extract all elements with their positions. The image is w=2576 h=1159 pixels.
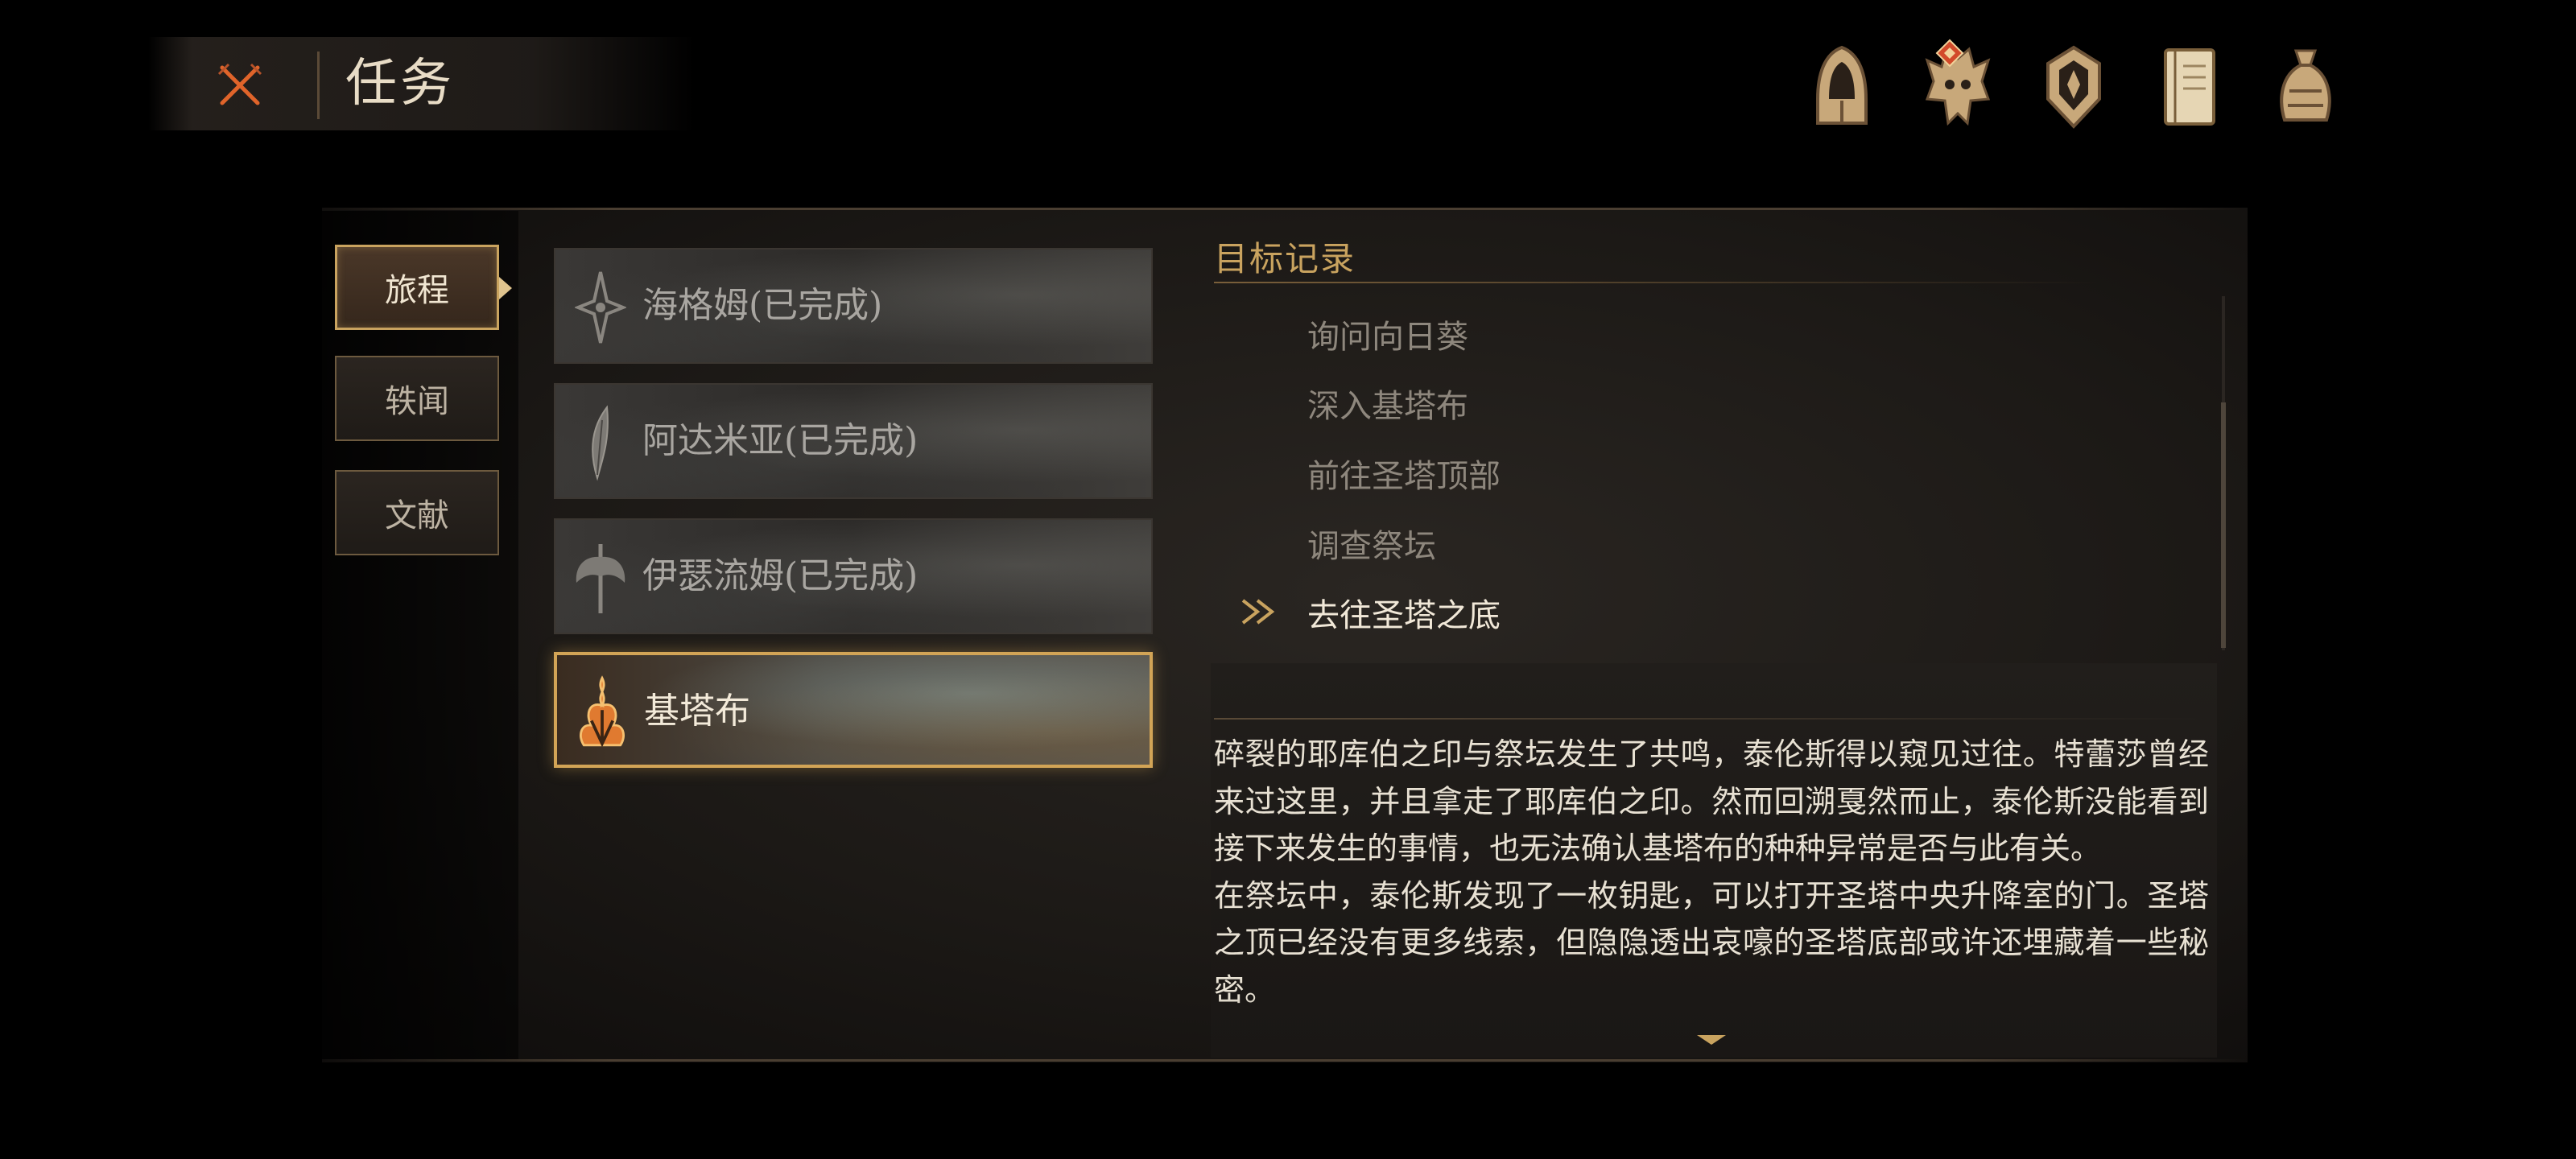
description-paragraph: 在祭坛中，泰伦斯发现了一枚钥匙，可以打开圣塔中央升降室的门。圣塔之顶已经没有更多… — [1214, 877, 2209, 1008]
panel-top-border — [322, 208, 2248, 210]
objective-item: 深入基塔布 — [1307, 388, 1468, 425]
objective-item: 调查祭坛 — [1307, 528, 1436, 565]
shield-emblem-icon[interactable] — [2041, 43, 2106, 131]
flame-crest-icon — [580, 675, 625, 748]
compass-star-icon — [575, 271, 626, 344]
hooded-figure-icon[interactable] — [1810, 43, 1874, 131]
description-fade — [1211, 998, 2217, 1054]
quest-card-kitabu[interactable]: 基塔布 — [554, 652, 1153, 768]
crossed-swords-close-icon[interactable] — [214, 60, 266, 111]
description-paragraph: 碎裂的耶库伯之印与祭坛发生了共鸣，泰伦斯得以窥见过往。特蕾莎曾经来过这里，并且拿… — [1214, 736, 2209, 866]
feather-blade-icon — [592, 405, 609, 481]
quest-icon-slot — [573, 673, 631, 753]
quest-label: 海格姆(已完成) — [642, 285, 883, 326]
notification-diamond-icon — [1935, 39, 1964, 68]
quest-card-yiseliumu[interactable]: 伊瑟流姆(已完成) — [554, 518, 1153, 634]
close-button[interactable] — [213, 58, 267, 113]
top-icon-bar — [1803, 31, 2334, 135]
objective-item: 前往圣塔顶部 — [1307, 458, 1501, 495]
coin-pouch-icon[interactable] — [2273, 43, 2338, 131]
quest-label: 基塔布 — [644, 691, 750, 732]
top-icon-beast-skull[interactable] — [1919, 39, 1996, 135]
page-title: 任务 — [345, 54, 455, 113]
top-icon-journal[interactable] — [2151, 39, 2228, 135]
top-icon-coin-pouch[interactable] — [2267, 39, 2344, 135]
quest-icon-slot — [572, 538, 630, 618]
objectives-title-underline — [1214, 282, 2099, 283]
top-icon-hooded-figure[interactable] — [1803, 39, 1880, 135]
winged-axe-icon — [576, 544, 625, 613]
header-divider — [317, 52, 320, 119]
quest-label: 阿达米亚(已完成) — [642, 420, 919, 461]
side-tab-strip — [322, 211, 518, 1059]
quest-card-adamiya[interactable]: 阿达米亚(已完成) — [554, 383, 1153, 499]
header-bar: 任务 — [148, 37, 696, 130]
panel-bottom-border — [322, 1059, 2248, 1062]
tab-documents-label: 文献 — [385, 497, 449, 534]
objective-item-current: 去往圣塔之底 — [1307, 597, 1501, 634]
current-objective-chevron-icon — [1241, 599, 1275, 625]
scroll-more-arrow-icon[interactable] — [1697, 1035, 1726, 1045]
tab-documents[interactable]: 文献 — [335, 470, 499, 555]
objectives-scrollbar-thumb[interactable] — [2221, 402, 2226, 648]
quest-icon-slot — [572, 267, 630, 348]
active-tab-arrow-icon — [499, 277, 512, 299]
journal-book-icon[interactable] — [2159, 45, 2220, 129]
quest-icon-slot — [572, 402, 630, 483]
quest-card-haigemu[interactable]: 海格姆(已完成) — [554, 248, 1153, 364]
tab-anecdotes[interactable]: 轶闻 — [335, 356, 499, 441]
quest-label: 伊瑟流姆(已完成) — [642, 555, 919, 596]
tab-journey-label: 旅程 — [385, 272, 449, 309]
tab-journey[interactable]: 旅程 — [335, 245, 499, 330]
objectives-title: 目标记录 — [1214, 239, 1356, 278]
tab-anecdotes-label: 轶闻 — [385, 383, 449, 420]
description-divider — [1214, 718, 2204, 720]
top-icon-shield-emblem[interactable] — [2035, 39, 2112, 135]
objective-item: 询问向日葵 — [1307, 319, 1468, 356]
